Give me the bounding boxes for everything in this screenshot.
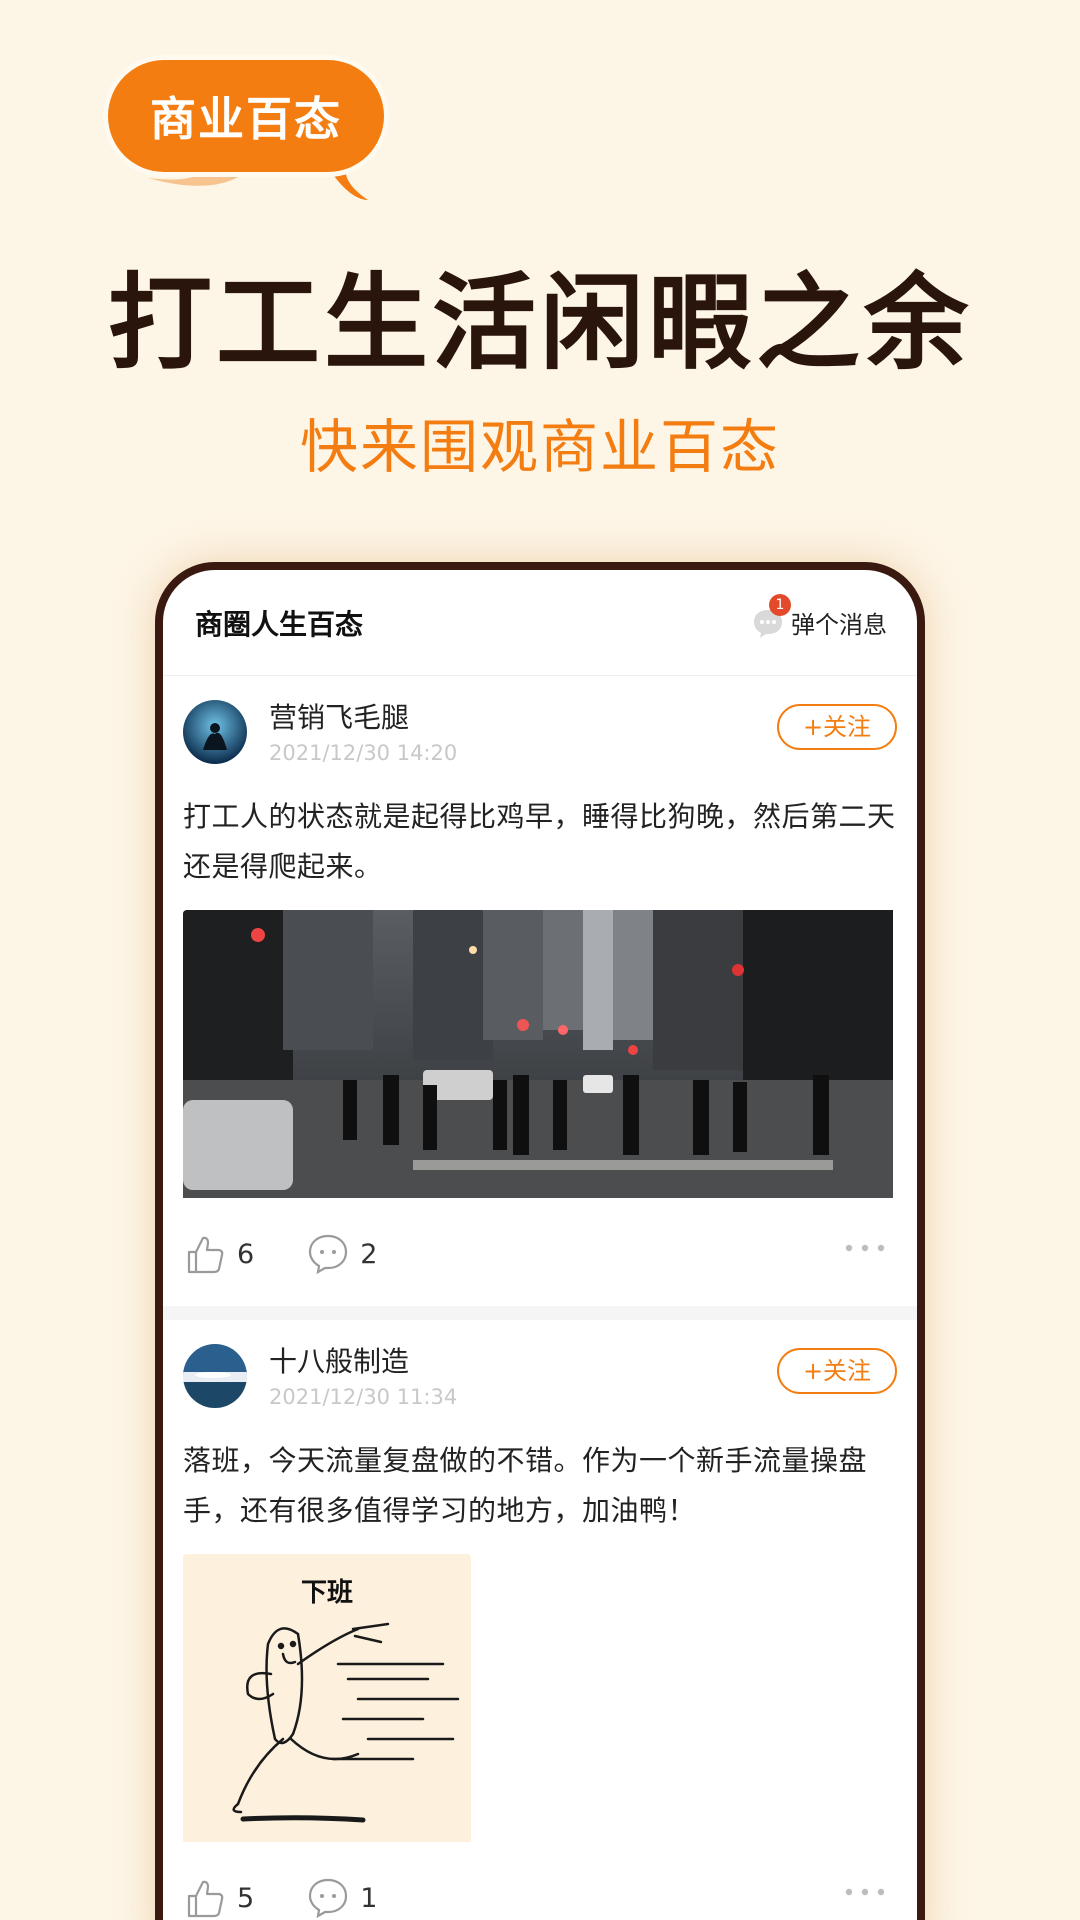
author-name[interactable]: 十八般制造: [269, 1344, 777, 1380]
app-title: 商圈人生百态: [195, 607, 364, 641]
speech-bubble-badge: 商业百态: [108, 60, 388, 210]
phone-mockup: 商圈人生百态 1 弹个消息 营销飞毛腿 2021/12/30 14:20 +关注…: [155, 562, 925, 1920]
avatar[interactable]: [183, 1344, 247, 1408]
thumbs-up-icon: [187, 1236, 224, 1274]
post-actions: 5 1: [183, 1846, 897, 1920]
follow-button[interactable]: +关注: [777, 1348, 897, 1394]
like-count: 6: [237, 1238, 255, 1270]
comment-count: 2: [360, 1238, 378, 1270]
promo-page: 商业百态 打工生活闲暇之余 快来围观商业百态 商圈人生百态 1 弹个消息 营销飞…: [0, 0, 1080, 1920]
chat-bubble-icon: 1: [751, 593, 791, 640]
message-label: 弹个消息: [791, 611, 887, 639]
subheadline: 快来围观商业百态: [299, 413, 780, 481]
comment-button[interactable]: 2: [306, 1232, 377, 1276]
city-crosswalk-photo[interactable]: [183, 910, 897, 1202]
message-badge: 1: [769, 593, 791, 616]
post-actions: 6 2: [183, 1202, 897, 1306]
post-header: 营销飞毛腿 2021/12/30 14:20 +关注: [183, 700, 897, 786]
app-header: 商圈人生百态 1 弹个消息: [163, 570, 917, 676]
message-button[interactable]: 1 弹个消息: [751, 593, 887, 640]
follow-button[interactable]: +关注: [777, 704, 897, 750]
post-time: 2021/12/30 11:34: [269, 1385, 458, 1409]
headline: 打工生活闲暇之余: [107, 262, 972, 384]
badge-label: 商业百态: [108, 60, 384, 172]
more-dots-icon[interactable]: [843, 1242, 887, 1254]
thumbs-up-icon: [187, 1880, 224, 1918]
meme-caption: 下班: [300, 1578, 353, 1608]
comment-icon: [309, 1234, 348, 1275]
off-work-meme[interactable]: 下班: [183, 1554, 471, 1846]
comment-button[interactable]: 1: [306, 1876, 377, 1920]
like-count: 5: [237, 1882, 255, 1914]
author-name[interactable]: 营销飞毛腿: [269, 700, 777, 736]
post-text: 打工人的状态就是起得比鸡早，睡得比狗晚，然后第二天还是得爬起来。: [183, 800, 896, 883]
post-text: 落班，今天流量复盘做的不错。作为一个新手流量操盘手，还有很多值得学习的地方，加油…: [183, 1444, 868, 1527]
post-time: 2021/12/30 14:20: [269, 741, 458, 765]
more-dots-icon[interactable]: [843, 1886, 887, 1898]
like-button[interactable]: 6: [183, 1232, 254, 1276]
post-card[interactable]: 十八般制造 2021/12/30 11:34 +关注 落班，今天流量复盘做的不错…: [163, 1320, 917, 1920]
post-card[interactable]: 营销飞毛腿 2021/12/30 14:20 +关注 打工人的状态就是起得比鸡早…: [163, 676, 917, 1320]
avatar[interactable]: [183, 700, 247, 764]
like-button[interactable]: 5: [183, 1876, 254, 1920]
post-divider: [163, 1306, 917, 1320]
comment-count: 1: [360, 1882, 378, 1914]
comment-icon: [309, 1878, 348, 1919]
post-header: 十八般制造 2021/12/30 11:34 +关注: [183, 1344, 897, 1430]
